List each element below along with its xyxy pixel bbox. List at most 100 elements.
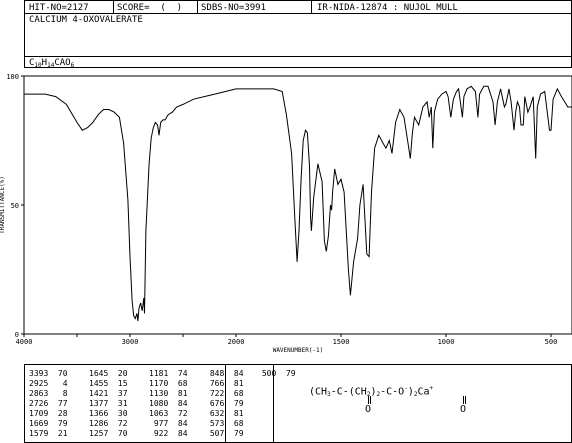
peak-transmittance: 68 (168, 379, 188, 388)
peak-wavenumber: 676 (205, 399, 225, 408)
peak-transmittance: 72 (108, 419, 128, 428)
peak-transmittance: 21 (48, 429, 68, 438)
peak-entry: 1579 21 (29, 429, 68, 439)
x-tick-label: 3000 (122, 338, 139, 346)
peak-wavenumber: 1645 (89, 369, 109, 378)
peak-transmittance: 74 (168, 369, 188, 378)
peak-entry: 1063 72 (149, 409, 188, 419)
peak-wavenumber: 1455 (89, 379, 109, 388)
peak-transmittance: 79 (224, 429, 244, 438)
peak-entry: 977 84 (149, 419, 188, 429)
peak-transmittance: 31 (108, 399, 128, 408)
x-tick-label: 4000 (16, 338, 33, 346)
table-divider (225, 365, 226, 442)
peak-wavenumber: 1080 (149, 399, 169, 408)
peak-transmittance: 84 (168, 399, 188, 408)
carboxyl-oxygen: O (460, 404, 467, 415)
table-divider (273, 365, 274, 442)
peak-transmittance: 4 (48, 379, 68, 388)
peak-entry: 1181 74 (149, 369, 188, 379)
x-tick-label: 1000 (438, 338, 455, 346)
y-tick-label: 50 (11, 202, 19, 210)
peak-entry: 1421 37 (89, 389, 128, 399)
peak-wavenumber: 3393 (29, 369, 49, 378)
peak-entry: 1366 30 (89, 409, 128, 419)
x-tick-label: 500 (545, 338, 558, 346)
peak-wavenumber: 1063 (149, 409, 169, 418)
x-axis-label: WAVENUMBER(-1) (273, 347, 324, 354)
peak-wavenumber: 848 (205, 369, 225, 378)
double-bond-mark (370, 396, 371, 404)
peak-table: 3393 70 2925 4 2863 8 2726 77 1709 28 1669 79… (24, 364, 572, 443)
y-tick-label: 100 (6, 73, 19, 81)
peak-transmittance: 68 (224, 389, 244, 398)
peak-wavenumber: 1366 (89, 409, 109, 418)
peak-entry: 2925 4 (29, 379, 68, 389)
structural-formula: (CH3-C-(CH2)2-C-O-)2Ca+ (309, 385, 434, 399)
peak-wavenumber: 1709 (29, 409, 49, 418)
peak-transmittance: 70 (48, 369, 68, 378)
peak-wavenumber: 1377 (89, 399, 109, 408)
peak-transmittance: 72 (168, 409, 188, 418)
peak-wavenumber: 1257 (89, 429, 109, 438)
peak-wavenumber: 722 (205, 389, 225, 398)
peak-wavenumber: 2925 (29, 379, 49, 388)
peak-transmittance: 79 (224, 399, 244, 408)
peak-entry: 1170 68 (149, 379, 188, 389)
peak-wavenumber: 1669 (29, 419, 49, 428)
peak-entry: 3393 70 (29, 369, 68, 379)
x-tick-label: 1500 (333, 338, 350, 346)
peak-transmittance: 20 (108, 369, 128, 378)
plot-frame (23, 75, 572, 335)
peak-wavenumber: 977 (149, 419, 169, 428)
y-axis-label: TRANSMITTANCE(%) (0, 176, 6, 234)
peak-wavenumber: 2863 (29, 389, 49, 398)
peak-entry: 1455 15 (89, 379, 128, 389)
peak-entry: 1669 79 (29, 419, 68, 429)
peak-transmittance: 70 (108, 429, 128, 438)
double-bond-mark (463, 396, 464, 404)
peak-transmittance: 84 (168, 429, 188, 438)
peak-wavenumber: 507 (205, 429, 225, 438)
peak-entry: 1645 20 (89, 369, 128, 379)
peak-wavenumber: 1286 (89, 419, 109, 428)
peak-entry: 1709 28 (29, 409, 68, 419)
carbonyl-oxygen: O (365, 404, 372, 415)
peak-transmittance: 8 (48, 389, 68, 398)
peak-transmittance: 77 (48, 399, 68, 408)
ir-spectrum-chart: 4000 3000 2000 1500 1000 500WAVENUMBER(-1)100… (0, 73, 572, 354)
peak-transmittance: 79 (276, 369, 296, 378)
peak-wavenumber: 1130 (149, 389, 169, 398)
y-tick-label: 0 (15, 331, 19, 339)
peak-transmittance: 84 (168, 419, 188, 428)
peak-entry: 1377 31 (89, 399, 128, 409)
peak-transmittance: 79 (48, 419, 68, 428)
peak-wavenumber: 573 (205, 419, 225, 428)
peak-transmittance: 81 (168, 389, 188, 398)
peak-transmittance: 68 (224, 419, 244, 428)
peak-entry: 2863 8 (29, 389, 68, 399)
peak-wavenumber: 632 (205, 409, 225, 418)
peak-transmittance: 37 (108, 389, 128, 398)
peak-transmittance: 84 (224, 369, 244, 378)
peak-transmittance: 81 (224, 409, 244, 418)
peak-transmittance: 81 (224, 379, 244, 388)
peak-wavenumber: 1170 (149, 379, 169, 388)
peak-wavenumber: 1181 (149, 369, 169, 378)
peak-wavenumber: 766 (205, 379, 225, 388)
spectrum-line (24, 85, 572, 322)
double-bond-mark (465, 396, 466, 404)
peak-entry: 500 79 (257, 369, 296, 379)
peak-transmittance: 28 (48, 409, 68, 418)
peak-entry: 1130 81 (149, 389, 188, 399)
peak-transmittance: 30 (108, 409, 128, 418)
peak-wavenumber: 922 (149, 429, 169, 438)
double-bond-mark (368, 396, 369, 404)
peak-entry: 1257 70 (89, 429, 128, 439)
peak-entry: 922 84 (149, 429, 188, 439)
peak-wavenumber: 2726 (29, 399, 49, 408)
peak-entry: 1286 72 (89, 419, 128, 429)
peak-entry: 1080 84 (149, 399, 188, 409)
peak-entry: 2726 77 (29, 399, 68, 409)
peak-wavenumber: 1579 (29, 429, 49, 438)
